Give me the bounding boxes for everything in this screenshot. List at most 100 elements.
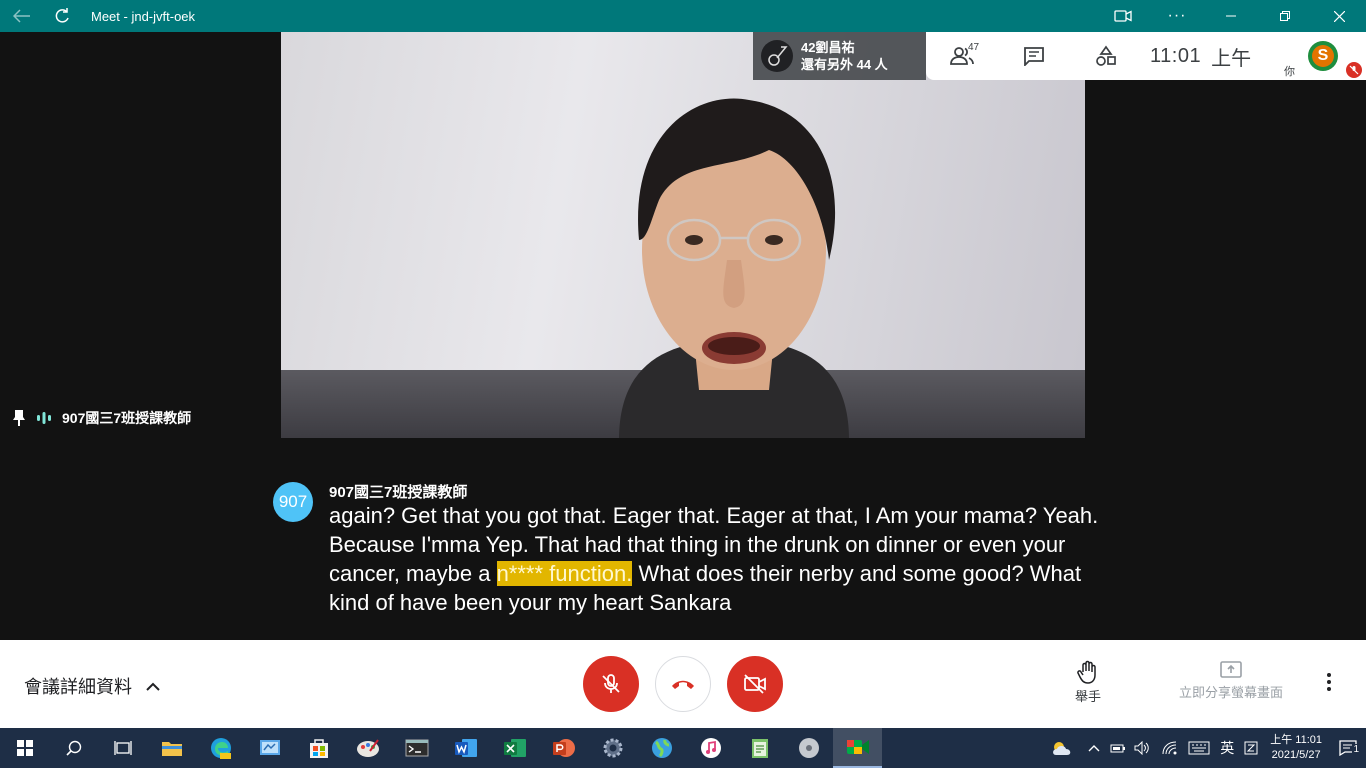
control-panel-button[interactable] bbox=[245, 728, 294, 768]
store-button[interactable] bbox=[294, 728, 343, 768]
people-count: 47 bbox=[968, 42, 980, 53]
main-video-tile bbox=[281, 32, 1085, 438]
hand-icon bbox=[1077, 660, 1096, 684]
meeting-clock-ampm: 上午 bbox=[1211, 47, 1252, 70]
refresh-icon bbox=[55, 8, 69, 23]
raise-hand-label: 舉手 bbox=[1074, 689, 1101, 704]
minimize-button[interactable] bbox=[1204, 0, 1258, 32]
chevron-up-icon[interactable] bbox=[1088, 744, 1100, 752]
gear-icon bbox=[603, 738, 622, 758]
self-mic-muted-icon bbox=[1346, 62, 1362, 78]
more-options-menu-button[interactable] bbox=[1326, 672, 1332, 697]
meeting-clock: 11:01 bbox=[1150, 44, 1202, 67]
windows-taskbar: 英 上午 11:01 2021/5/27 1 bbox=[0, 728, 1366, 768]
volume-icon[interactable] bbox=[1134, 741, 1150, 755]
camera-toggle-button[interactable] bbox=[727, 656, 783, 712]
wifi-icon[interactable] bbox=[1162, 741, 1178, 755]
weather-cloud-icon[interactable] bbox=[1050, 740, 1074, 756]
present-now-button[interactable]: 立即分享螢幕畫面 bbox=[1172, 660, 1290, 701]
refresh-button[interactable] bbox=[44, 0, 80, 32]
self-avatar[interactable]: S bbox=[1308, 41, 1338, 71]
participant-video-figure bbox=[619, 98, 849, 438]
windows-logo-icon bbox=[16, 740, 33, 756]
restore-button[interactable] bbox=[1258, 0, 1312, 32]
battery-icon[interactable] bbox=[1110, 742, 1126, 754]
presenter-avatar bbox=[761, 40, 793, 72]
more-options-button[interactable]: ··· bbox=[1150, 0, 1204, 32]
globe-app-button[interactable] bbox=[637, 728, 686, 768]
ime-mode-icon[interactable] bbox=[1244, 741, 1258, 755]
disc-icon bbox=[798, 738, 819, 758]
people-button[interactable]: 47 bbox=[926, 32, 998, 80]
leave-call-button[interactable] bbox=[655, 656, 711, 712]
activities-button[interactable] bbox=[1070, 32, 1142, 80]
top-right-panel: 47 11:01 上午 bbox=[926, 32, 1366, 80]
keyboard-icon[interactable] bbox=[1188, 741, 1210, 755]
taskbar-date: 2021/5/27 bbox=[1271, 749, 1321, 761]
back-button[interactable] bbox=[0, 0, 44, 32]
file-explorer-button[interactable] bbox=[147, 728, 196, 768]
raise-hand-button[interactable]: 舉手 bbox=[1060, 660, 1116, 705]
speaker-name: 907國三7班授課教師 bbox=[62, 410, 192, 426]
taskbar-clock[interactable]: 上午 11:01 2021/5/27 bbox=[1270, 733, 1322, 763]
system-tray: 英 上午 11:01 2021/5/27 1 bbox=[1050, 728, 1366, 768]
task-view-button[interactable] bbox=[98, 728, 147, 768]
terminal-button[interactable] bbox=[392, 728, 441, 768]
edge-icon bbox=[210, 738, 231, 759]
close-button[interactable] bbox=[1312, 0, 1366, 32]
minimize-icon bbox=[1226, 15, 1236, 17]
notepad-button[interactable] bbox=[735, 728, 784, 768]
paint-button[interactable] bbox=[343, 728, 392, 768]
caption-speaker-avatar: 907 bbox=[273, 482, 313, 522]
search-button[interactable] bbox=[49, 728, 98, 768]
camera-off-icon bbox=[744, 674, 766, 694]
meeting-stage: 907國三7班授課教師 42劉昌祐 還有另外 44 人 47 11:01 上午 … bbox=[0, 32, 1366, 640]
presenter-chip[interactable]: 42劉昌祐 還有另外 44 人 bbox=[753, 32, 926, 80]
excel-button[interactable] bbox=[490, 728, 539, 768]
title-bar: Meet - jnd-jvft-oek ··· bbox=[0, 0, 1366, 32]
caption-highlight: n**** function. bbox=[496, 561, 633, 586]
caption-speaker-name: 907國三7班授課教師 bbox=[329, 484, 468, 501]
self-avatar-letter-icon: S bbox=[1312, 45, 1334, 67]
word-icon bbox=[454, 739, 477, 757]
store-icon bbox=[309, 739, 328, 758]
media-player-button[interactable] bbox=[784, 728, 833, 768]
mic-toggle-button[interactable] bbox=[583, 656, 639, 712]
mic-off-icon bbox=[602, 674, 620, 693]
globe-icon bbox=[651, 738, 672, 758]
notification-count: 1 bbox=[1352, 744, 1360, 755]
settings-button[interactable] bbox=[588, 728, 637, 768]
word-button[interactable] bbox=[441, 728, 490, 768]
presenter-name: 42劉昌祐 bbox=[801, 40, 855, 55]
restore-icon bbox=[1280, 11, 1290, 21]
notification-center-button[interactable]: 1 bbox=[1330, 728, 1366, 768]
presenter-others: 還有另外 44 人 bbox=[801, 57, 888, 72]
back-arrow-icon bbox=[13, 9, 30, 23]
hang-up-icon bbox=[672, 680, 694, 689]
input-method-indicator[interactable]: 英 bbox=[1220, 738, 1234, 758]
powerpoint-button[interactable] bbox=[539, 728, 588, 768]
notepad-icon bbox=[751, 739, 768, 758]
control-panel-icon bbox=[259, 740, 280, 755]
meeting-details-label: 會議詳細資料 bbox=[24, 677, 132, 697]
present-screen-icon bbox=[1220, 661, 1242, 678]
paint-palette-icon bbox=[356, 739, 379, 757]
start-button[interactable] bbox=[0, 728, 49, 768]
video-camera-icon bbox=[1114, 10, 1132, 22]
chat-button[interactable] bbox=[998, 32, 1070, 80]
audio-level-icon bbox=[37, 412, 51, 424]
terminal-icon bbox=[405, 739, 428, 757]
vertical-dots-icon bbox=[1327, 673, 1331, 691]
edge-button[interactable] bbox=[196, 728, 245, 768]
meeting-controls-bar: 會議詳細資料 舉手 立即分享螢幕畫面 bbox=[0, 640, 1366, 728]
chat-icon bbox=[1024, 47, 1044, 66]
meet-taskbar-button[interactable] bbox=[833, 728, 882, 768]
taskbar-time: 上午 11:01 bbox=[1270, 734, 1322, 746]
camera-app-button[interactable] bbox=[1096, 0, 1150, 32]
itunes-button[interactable] bbox=[686, 728, 735, 768]
powerpoint-icon bbox=[552, 739, 575, 757]
window-title: Meet - jnd-jvft-oek bbox=[91, 8, 196, 24]
meet-icon bbox=[846, 740, 869, 754]
pin-icon[interactable] bbox=[12, 409, 26, 427]
meeting-details-button[interactable]: 會議詳細資料 bbox=[24, 673, 160, 699]
